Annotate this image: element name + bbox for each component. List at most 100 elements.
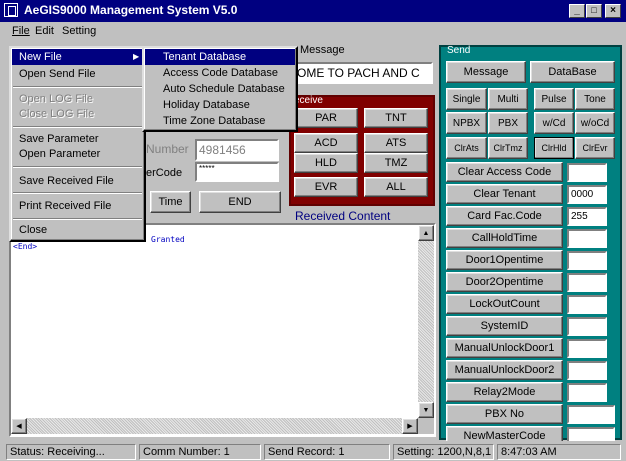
- scroll-corner: [418, 418, 434, 434]
- message-group: Message: [296, 44, 436, 56]
- usercode-input[interactable]: *****: [195, 162, 279, 182]
- receive-acd-button[interactable]: ACD: [294, 133, 358, 153]
- receive-par-button[interactable]: PAR: [294, 108, 358, 128]
- command-value-input[interactable]: 0000: [567, 185, 607, 204]
- command-button[interactable]: Relay2Mode: [446, 382, 563, 402]
- receive-hld-button[interactable]: HLD: [294, 153, 358, 173]
- menu-item-print-received-file[interactable]: Print Received File: [19, 198, 111, 214]
- close-icon[interactable]: ×: [605, 4, 621, 18]
- command-value-input[interactable]: [567, 273, 607, 292]
- with-code-button[interactable]: w/Cd: [534, 112, 574, 134]
- command-value-input[interactable]: [567, 339, 607, 358]
- send-message-button[interactable]: Message: [446, 61, 526, 83]
- menu-item-save-received-file[interactable]: Save Received File: [19, 173, 114, 189]
- submenu-item-time-zone-database[interactable]: Time Zone Database: [163, 113, 265, 129]
- scroll-left-icon[interactable]: ◀: [11, 418, 27, 434]
- submenu-item-auto-schedule-database[interactable]: Auto Schedule Database: [163, 81, 285, 97]
- command-value-input[interactable]: [567, 383, 607, 402]
- receive-evr-button[interactable]: EVR: [294, 177, 358, 197]
- minimize-icon[interactable]: _: [569, 4, 585, 18]
- submenu-item-access-code-database[interactable]: Access Code Database: [163, 65, 278, 81]
- submenu-arrow-icon: ▶: [133, 52, 140, 61]
- time-button[interactable]: Time: [150, 191, 191, 213]
- command-value-input[interactable]: [567, 229, 607, 248]
- menu-separator: [13, 218, 142, 220]
- pulse-button[interactable]: Pulse: [534, 88, 574, 110]
- command-value-input[interactable]: [567, 251, 607, 270]
- command-button[interactable]: Door1Opentime: [446, 250, 563, 270]
- receive-tnt-button[interactable]: TNT: [364, 108, 428, 128]
- without-code-button[interactable]: w/oCd: [575, 112, 615, 134]
- command-value-input[interactable]: [567, 163, 607, 182]
- message-label: Message: [300, 44, 345, 56]
- menu-item-open-send-file[interactable]: Open Send File: [19, 66, 95, 82]
- command-button[interactable]: Door2Opentime: [446, 272, 563, 292]
- message-input[interactable]: OME TO PACH AND C: [293, 62, 433, 84]
- menu-separator: [13, 192, 142, 194]
- npbx-button[interactable]: NPBX: [446, 112, 487, 134]
- scroll-right-icon[interactable]: ▶: [402, 418, 418, 434]
- tone-button[interactable]: Tone: [575, 88, 615, 110]
- menu-edit[interactable]: Edit: [35, 25, 54, 37]
- submenu-item-holiday-database[interactable]: Holiday Database: [163, 97, 250, 113]
- receive-tmz-button[interactable]: TMZ: [364, 153, 428, 173]
- command-value-input[interactable]: [567, 317, 607, 336]
- menu-item-close-log-file: Close LOG File: [19, 108, 95, 120]
- receive-ats-button[interactable]: ATS: [364, 133, 428, 153]
- status-send-record: Send Record: 1: [264, 444, 390, 460]
- command-value-input[interactable]: 255: [567, 207, 607, 226]
- number-label: Number: [146, 142, 189, 156]
- send-database-button[interactable]: DataBase: [530, 61, 615, 83]
- send-label: Send: [447, 45, 471, 56]
- scroll-up-icon[interactable]: ▲: [418, 225, 434, 241]
- number-input[interactable]: 4981456: [195, 139, 279, 161]
- submenu-item-tenant-database[interactable]: Tenant Database: [145, 49, 295, 65]
- app-icon[interactable]: [4, 3, 18, 17]
- menu-item-save-parameter[interactable]: Save Parameter: [19, 131, 98, 147]
- scroll-down-icon[interactable]: ▼: [418, 402, 434, 418]
- status-setting: Setting: 1200,N,8,1: [393, 444, 494, 460]
- vertical-scrollbar[interactable]: [418, 225, 434, 418]
- command-button[interactable]: ManualUnlockDoor2: [446, 360, 563, 380]
- command-button[interactable]: PBX No: [446, 404, 563, 424]
- command-button[interactable]: LockOutCount: [446, 294, 563, 314]
- received-content-area[interactable]: Granted <End> ▲ ▼ ◀ ▶: [9, 223, 436, 437]
- command-button[interactable]: Card Fac.Code: [446, 206, 563, 226]
- command-value-input[interactable]: [567, 361, 607, 380]
- usercode-label: erCode: [146, 167, 183, 179]
- clr-hld-button[interactable]: ClrHld: [534, 137, 574, 159]
- menu-setting[interactable]: Setting: [62, 25, 96, 37]
- menu-file[interactable]: File: [12, 25, 30, 37]
- title-bar: AeGIS9000 Management System V5.0 _ □ ×: [0, 0, 626, 22]
- clr-ats-button[interactable]: ClrAts: [446, 137, 487, 159]
- menu-item-open-parameter[interactable]: Open Parameter: [19, 146, 100, 162]
- command-button[interactable]: Clear Tenant: [446, 184, 563, 204]
- menu-bar: File Edit Setting: [0, 22, 626, 41]
- single-button[interactable]: Single: [446, 88, 487, 110]
- menu-item-open-log-file: Open LOG File: [19, 93, 93, 105]
- menu-separator: [13, 166, 142, 168]
- menu-separator: [13, 86, 142, 88]
- command-button[interactable]: ManualUnlockDoor1: [446, 338, 563, 358]
- pbx-button[interactable]: PBX: [488, 112, 528, 134]
- multi-button[interactable]: Multi: [488, 88, 528, 110]
- menu-separator: [13, 126, 142, 128]
- command-value-input[interactable]: [567, 405, 615, 424]
- clr-evr-button[interactable]: ClrEvr: [575, 137, 615, 159]
- command-value-input[interactable]: [567, 295, 607, 314]
- command-button[interactable]: Clear Access Code: [446, 162, 563, 182]
- command-button[interactable]: SystemID: [446, 316, 563, 336]
- receive-all-button[interactable]: ALL: [364, 177, 428, 197]
- maximize-icon[interactable]: □: [586, 4, 602, 18]
- command-button[interactable]: CallHoldTime: [446, 228, 563, 248]
- menu-item-new-file[interactable]: New File ▶: [12, 49, 143, 65]
- received-line-1: Granted: [151, 235, 185, 244]
- clr-tmz-button[interactable]: ClrTmz: [488, 137, 528, 159]
- received-content-label: Received Content: [295, 209, 391, 223]
- status-state: Status: Receiving...: [6, 444, 136, 460]
- status-time: 8:47:03 AM: [497, 444, 621, 460]
- horizontal-scrollbar[interactable]: [11, 418, 418, 434]
- status-comm-number: Comm Number: 1: [139, 444, 261, 460]
- end-button[interactable]: END: [199, 191, 281, 213]
- menu-item-close[interactable]: Close: [19, 222, 47, 238]
